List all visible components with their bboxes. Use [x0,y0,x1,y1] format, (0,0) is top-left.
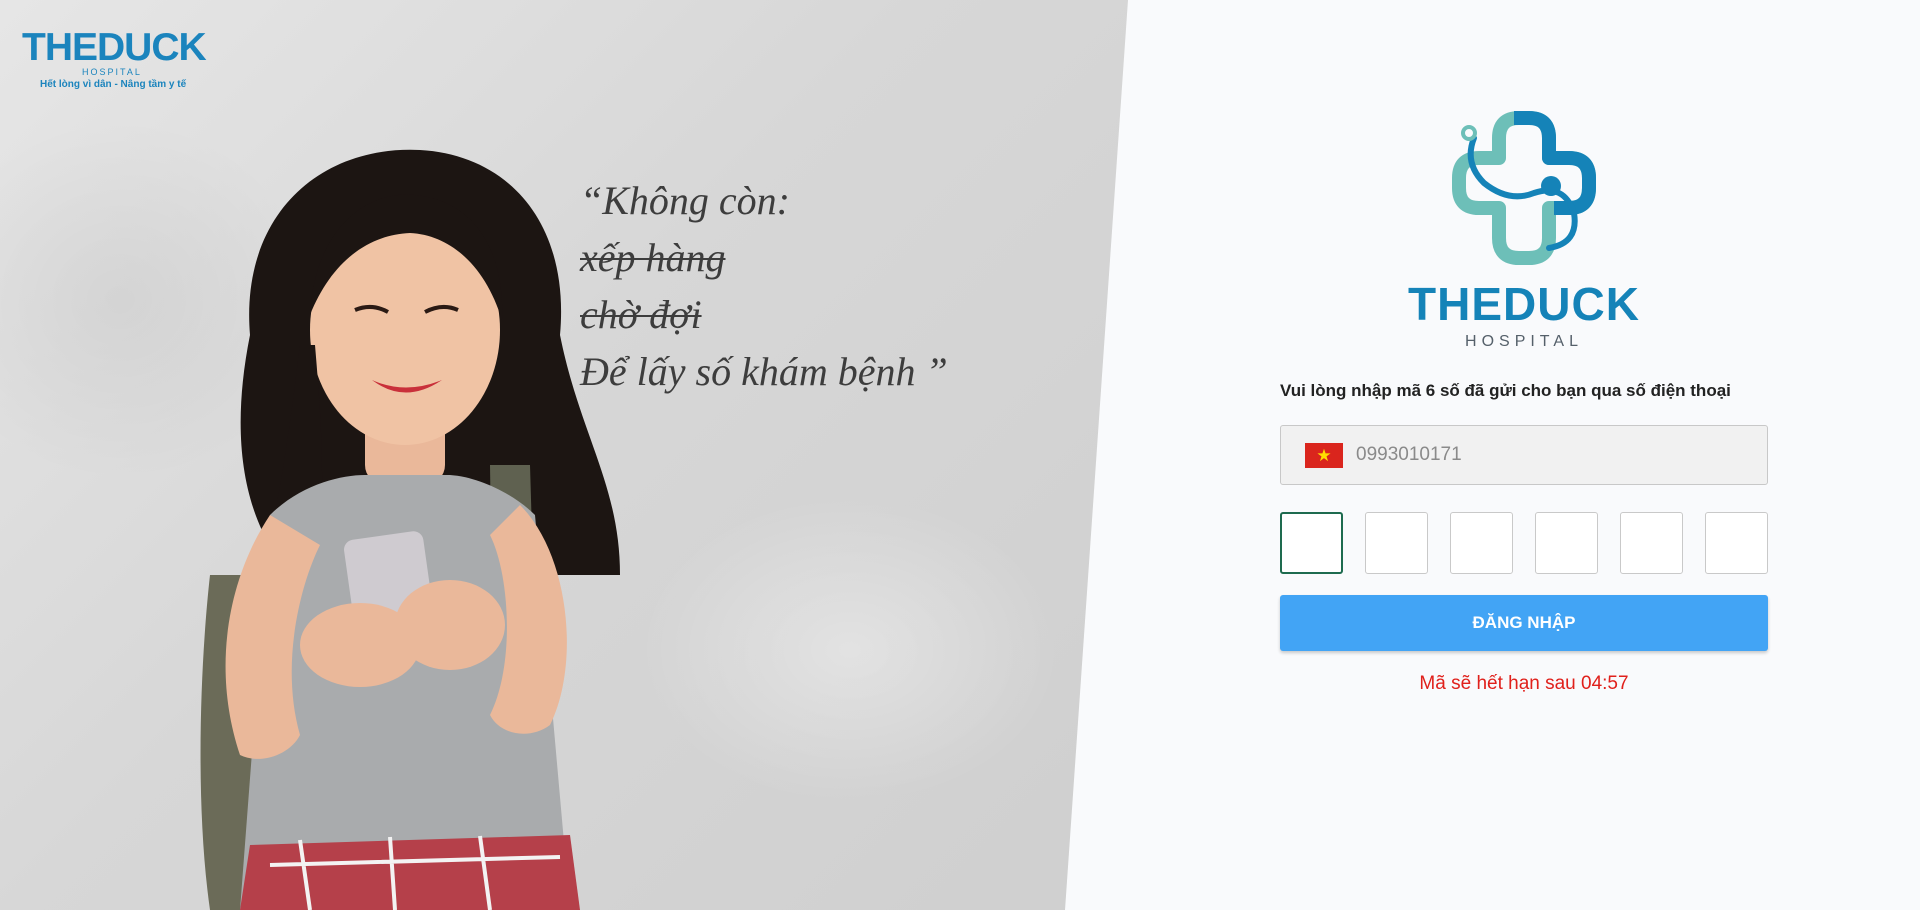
otp-digit-6[interactable] [1705,512,1768,574]
hero-brand-tagline: Hết lòng vì dân - Nâng tầm y tế [40,79,187,90]
quote-struck-line-1: xếp hàng [580,235,726,280]
hero-quote: “Không còn: xếp hàng chờ đợi Để lấy số k… [580,172,1030,400]
phone-field: ★ [1280,425,1768,485]
otp-digit-2[interactable] [1365,512,1428,574]
otp-digit-5[interactable] [1620,512,1683,574]
otp-digit-1[interactable] [1280,512,1343,574]
flag-star: ★ [1316,445,1332,465]
quote-line-4: Để lấy số khám bệnh ” [580,349,948,394]
otp-digit-3[interactable] [1450,512,1513,574]
hero-brand-sub: HOSPITAL [82,67,142,77]
phone-input[interactable] [1354,443,1738,467]
medical-cross-stethoscope-icon [1452,111,1596,265]
otp-expiry-timer: Mã sẽ hết hạn sau 04:57 [1419,673,1629,694]
otp-instruction: Vui lòng nhập mã 6 số đã gửi cho bạn qua… [1280,381,1731,400]
login-panel: THEDUCK HOSPITAL Vui lòng nhập mã 6 số đ… [1280,108,1768,695]
vietnam-flag-icon: ★ [1305,442,1343,468]
quote-struck-line-2: chờ đợi [580,292,702,337]
quote-line-1: “Không còn: [580,178,790,223]
hero-panel: THEDUCK HOSPITAL Hết lòng vì dân - Nâng … [0,0,1128,910]
otp-inputs [1280,512,1768,574]
hero-brand-name: THEDUCK [22,26,207,69]
logo-name: THEDUCK [1408,278,1640,330]
hero-brand-logo: THEDUCK HOSPITAL Hết lòng vì dân - Nâng … [22,26,222,91]
otp-digit-4[interactable] [1535,512,1598,574]
login-button[interactable]: ĐĂNG NHẬP [1280,595,1768,651]
logo-sub: HOSPITAL [1465,333,1583,350]
hospital-logo: THEDUCK HOSPITAL [1394,108,1654,351]
